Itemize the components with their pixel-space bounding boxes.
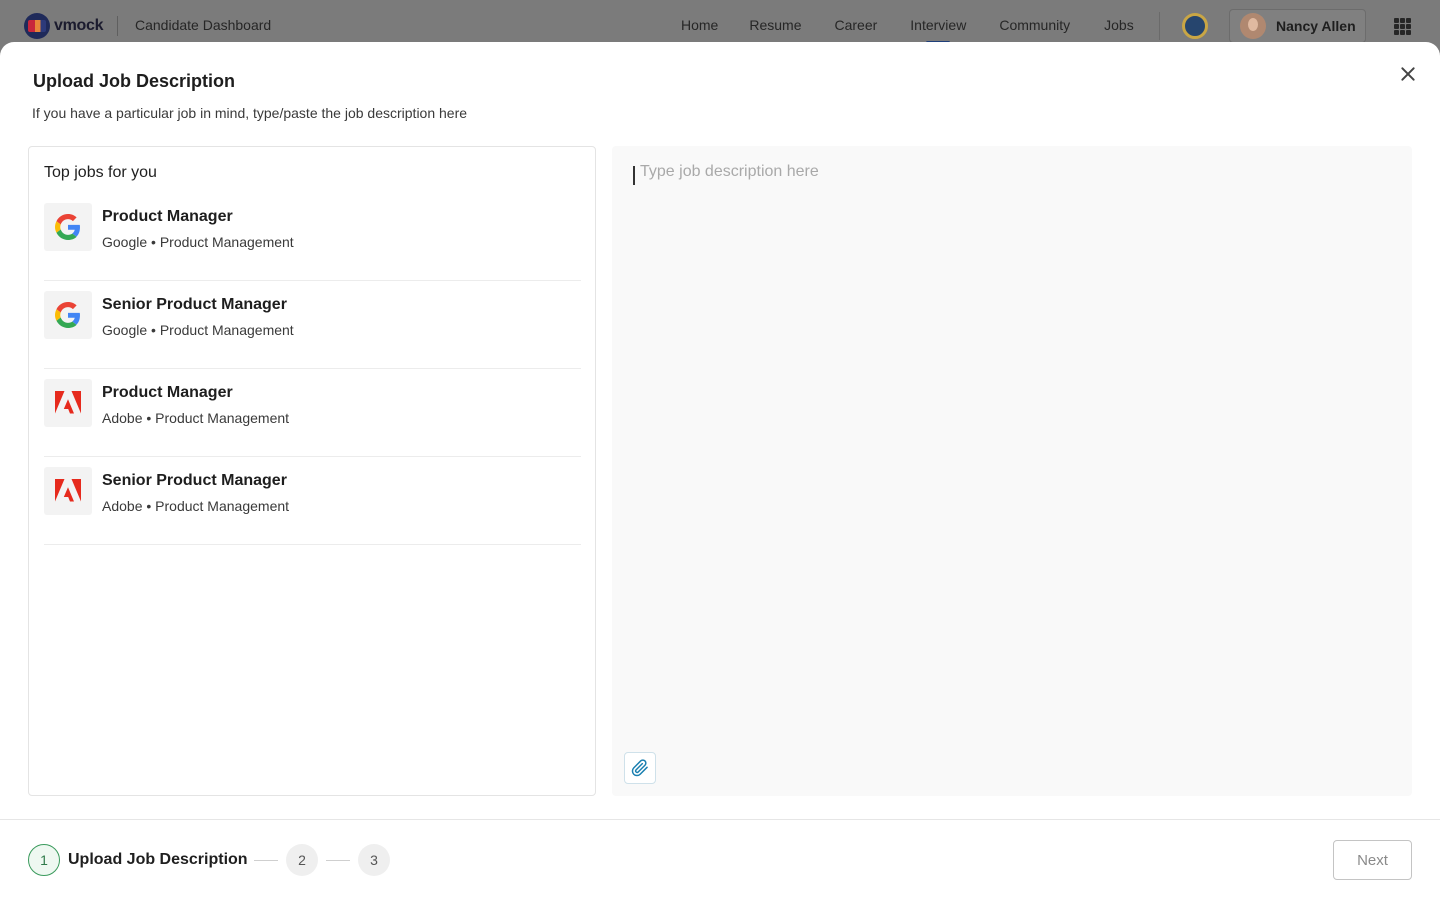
modal-title: Upload Job Description: [33, 71, 236, 91]
job-title: Senior Product Manager: [102, 296, 287, 313]
job-company: Adobe: [102, 498, 143, 514]
job-meta: Adobe • Product Management: [102, 498, 290, 514]
step-indicator-2: 2: [286, 844, 318, 876]
step-indicator-3: 3: [358, 844, 390, 876]
upload-job-description-modal: Upload Job Description If you have a par…: [0, 42, 1440, 900]
job-meta: Google • Product Management: [102, 234, 294, 250]
step-connector: [254, 860, 278, 861]
job-title: Product Manager: [102, 208, 233, 225]
modal-footer: 1 Upload Job Description 2 3 Next: [0, 819, 1440, 900]
job-category: Product Management: [155, 498, 290, 514]
adobe-logo-icon: [44, 467, 92, 515]
job-company: Google: [102, 234, 148, 250]
vmock-logo[interactable]: vmock: [24, 13, 104, 39]
close-icon[interactable]: [1398, 64, 1418, 84]
nav-link-home[interactable]: Home: [681, 17, 718, 33]
nav-link-career[interactable]: Career: [835, 17, 878, 33]
list-item[interactable]: Senior Product Manager Adobe • Product M…: [44, 457, 581, 545]
google-logo-icon: [44, 291, 92, 339]
step-connector: [326, 860, 350, 861]
nav-link-community[interactable]: Community: [999, 17, 1070, 33]
top-jobs-heading: Top jobs for you: [44, 164, 157, 181]
nav-links: Home Resume Career Interview Community J…: [681, 17, 1134, 44]
job-list: Product Manager Google • Product Managem…: [44, 193, 581, 545]
list-item[interactable]: Product Manager Google • Product Managem…: [44, 193, 581, 281]
list-item[interactable]: Product Manager Adobe • Product Manageme…: [44, 369, 581, 457]
nav-link-jobs[interactable]: Jobs: [1104, 17, 1134, 33]
job-meta: Google • Product Management: [102, 322, 294, 338]
job-meta: Adobe • Product Management: [102, 410, 290, 426]
vmock-logo-icon: [24, 13, 50, 39]
user-menu[interactable]: Nancy Allen: [1229, 9, 1366, 43]
logo-text: vmock: [54, 17, 104, 34]
top-jobs-panel: Top jobs for you Product Manager Google …: [28, 146, 596, 796]
next-button[interactable]: Next: [1333, 840, 1412, 880]
apps-grid-icon[interactable]: [1394, 18, 1411, 35]
step-indicator-1: 1: [28, 844, 60, 876]
nav-separator: [1159, 12, 1160, 40]
job-category: Product Management: [155, 410, 290, 426]
adobe-logo-icon: [44, 379, 92, 427]
job-category: Product Management: [159, 234, 294, 250]
dashboard-title: Candidate Dashboard: [135, 17, 272, 33]
nav-link-resume[interactable]: Resume: [749, 17, 801, 33]
modal-subtitle: If you have a particular job in mind, ty…: [32, 105, 468, 121]
job-company: Adobe: [102, 410, 143, 426]
job-title: Senior Product Manager: [102, 472, 287, 489]
organization-badge-icon[interactable]: [1182, 13, 1208, 39]
current-step-label: Upload Job Description: [68, 851, 248, 868]
job-description-editor: [612, 146, 1412, 796]
paperclip-icon: [631, 759, 648, 777]
google-logo-icon: [44, 203, 92, 251]
job-title: Product Manager: [102, 384, 233, 401]
job-category: Product Management: [159, 322, 294, 338]
list-item[interactable]: Senior Product Manager Google • Product …: [44, 281, 581, 369]
nav-divider: [117, 16, 118, 36]
user-name: Nancy Allen: [1276, 18, 1356, 34]
job-description-input[interactable]: [612, 146, 1412, 796]
nav-link-interview[interactable]: Interview: [910, 17, 966, 44]
text-cursor: [633, 166, 635, 185]
attach-file-button[interactable]: [624, 752, 656, 784]
avatar: [1240, 13, 1266, 39]
job-company: Google: [102, 322, 148, 338]
